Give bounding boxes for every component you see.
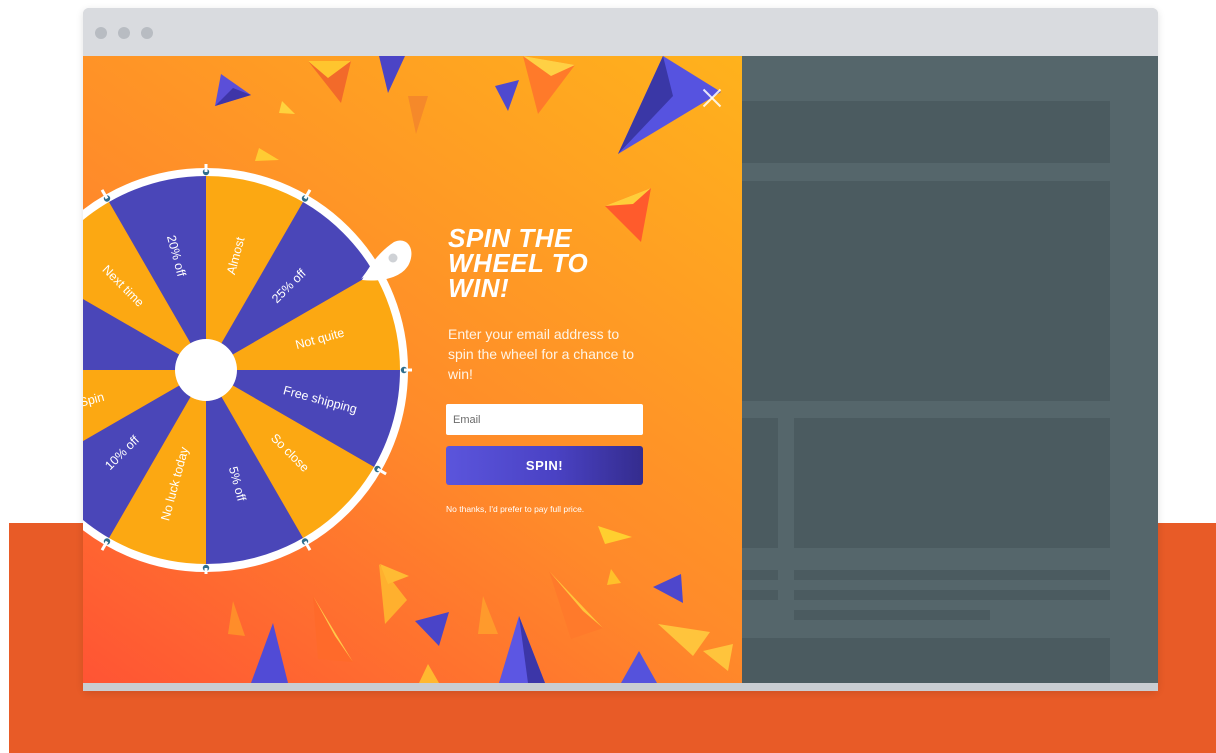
placeholder-line — [742, 590, 778, 600]
close-icon[interactable] — [700, 86, 724, 110]
window-dot-icon — [95, 27, 107, 39]
popup-headline: SPIN THE WHEEL TO WIN! — [448, 225, 678, 303]
placeholder-line — [742, 570, 778, 580]
decline-link[interactable]: No thanks, I'd prefer to pay full price. — [446, 504, 666, 514]
browser-window: Almost 25% off Not quite Free shipping So cl… — [83, 8, 1158, 691]
popup-subtext: Enter your email address to spin the whe… — [448, 326, 635, 382]
placeholder-block — [794, 418, 1110, 548]
placeholder-block — [742, 638, 1110, 683]
wheel-pointer-icon — [361, 240, 412, 281]
browser-titlebar — [83, 8, 1158, 56]
placeholder-block — [742, 418, 778, 548]
window-dot-icon — [118, 27, 130, 39]
placeholder-line — [794, 590, 1110, 600]
window-dot-icon — [141, 27, 153, 39]
browser-bottom-edge — [83, 683, 1158, 691]
headline-line: WIN! — [448, 273, 510, 303]
placeholder-line — [794, 610, 990, 620]
spin-wheel-popup: Almost 25% off Not quite Free shipping So cl… — [83, 56, 742, 683]
placeholder-block — [742, 181, 1110, 401]
placeholder-block — [742, 101, 1110, 163]
email-field[interactable] — [446, 404, 643, 435]
spin-button[interactable]: SPIN! — [446, 446, 643, 485]
placeholder-line — [794, 570, 1110, 580]
